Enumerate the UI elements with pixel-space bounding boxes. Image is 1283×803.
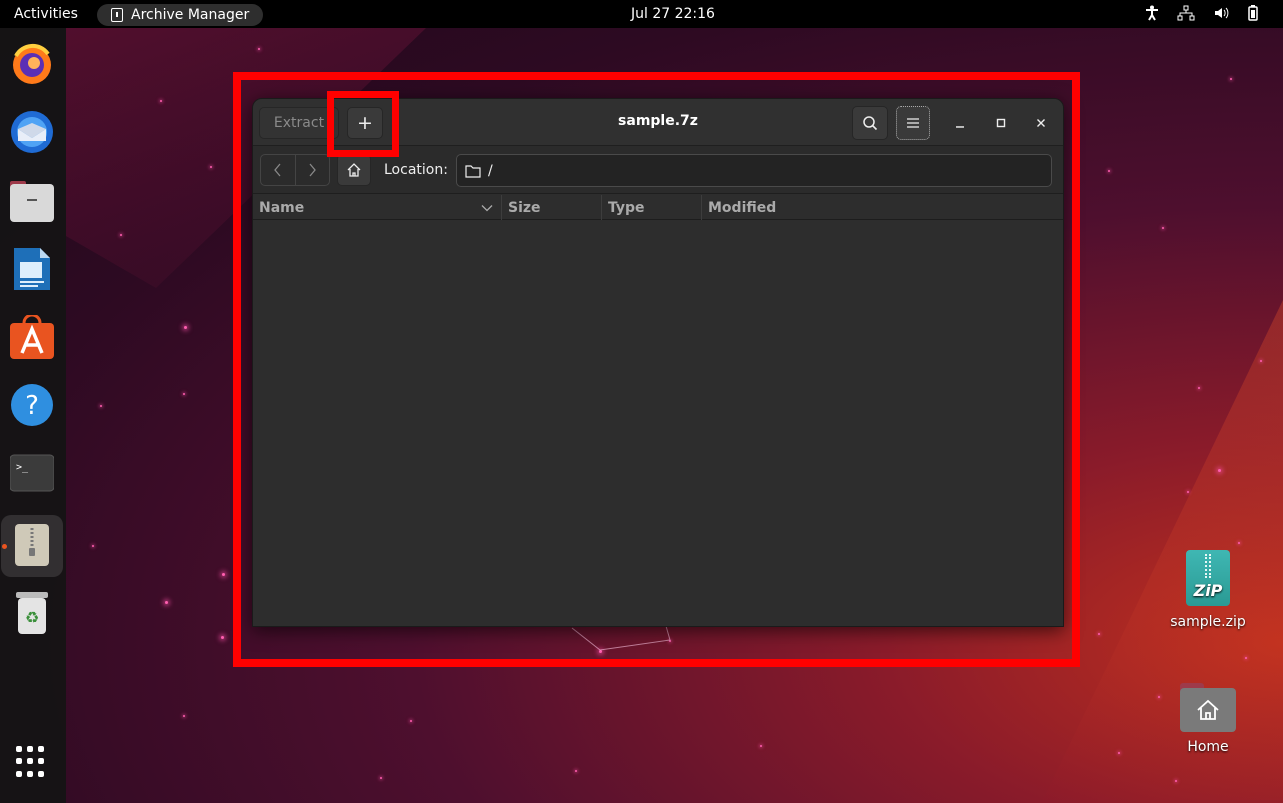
app-menu-button[interactable]: Archive Manager [97,4,264,26]
running-indicator [2,544,7,549]
highlight-add-button-outline [327,91,399,157]
svg-text:♻: ♻ [25,608,39,627]
files-icon [10,181,54,222]
svg-text:?: ? [25,391,39,421]
help-icon: ? [11,384,53,426]
dock: ? >_ ♻ [0,28,66,803]
trash-icon: ♻ [16,592,48,634]
dock-archive-manager[interactable] [9,522,55,568]
activities-button[interactable]: Activities [14,6,78,22]
battery-icon[interactable] [1247,5,1259,21]
dock-trash[interactable]: ♻ [9,590,55,636]
dock-help[interactable]: ? [9,382,55,428]
clock[interactable]: Jul 27 22:16 [631,6,715,22]
archive-icon [15,524,49,566]
terminal-icon: >_ [10,454,54,492]
dock-software[interactable] [9,314,55,360]
thunderbird-icon [11,111,53,153]
home-folder-icon [1180,683,1236,732]
dock-writer[interactable] [9,246,55,292]
highlight-window-outline [233,72,1080,667]
app-name-label: Archive Manager [131,7,250,23]
desktop-icon-home[interactable]: Home [1158,683,1258,755]
firefox-icon [13,44,51,84]
dock-files[interactable] [9,178,55,224]
software-icon [10,315,54,359]
apps-grid-icon[interactable] [16,746,48,778]
dock-firefox[interactable] [9,41,55,87]
system-tray[interactable] [1145,5,1259,21]
desktop-icon-sample-zip[interactable]: ZiP sample.zip [1158,550,1258,630]
top-bar: Activities Archive Manager Jul 27 22:16 [0,0,1283,28]
desktop-icon-label: Home [1187,739,1229,755]
dock-thunderbird[interactable] [9,109,55,155]
volume-icon[interactable] [1213,5,1229,21]
zip-file-icon: ZiP [1186,550,1230,606]
network-icon[interactable] [1177,5,1195,21]
desktop-icon-label: sample.zip [1170,614,1246,630]
writer-icon [14,248,50,290]
svg-text:>_: >_ [16,462,29,473]
archive-icon [111,8,123,22]
accessibility-icon[interactable] [1145,5,1159,21]
dock-terminal[interactable]: >_ [9,450,55,496]
